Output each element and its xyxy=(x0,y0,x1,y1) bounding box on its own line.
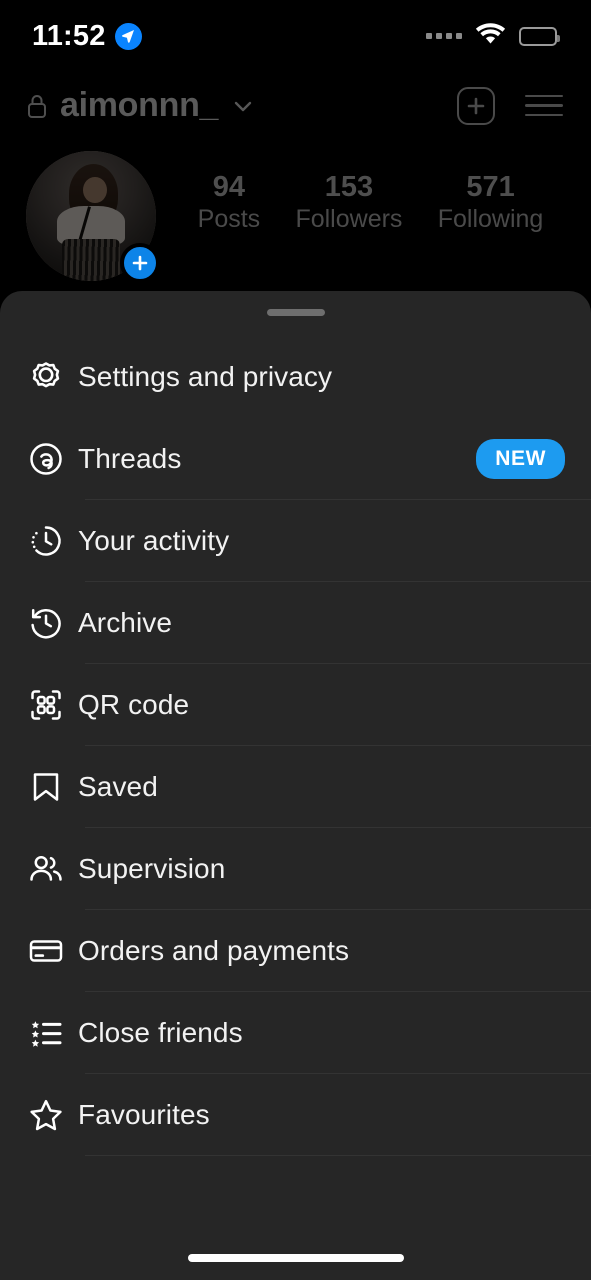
menu-item-label: QR code xyxy=(78,689,190,720)
profile-stats-row: 94 Posts 153 Followers 571 Following xyxy=(0,125,591,283)
stat-label: Followers xyxy=(295,205,403,234)
battery-icon xyxy=(519,26,560,46)
menu-item-label: Your activity xyxy=(78,525,230,556)
chevron-down-icon xyxy=(232,95,254,117)
hamburger-menu-icon[interactable] xyxy=(525,94,563,117)
stat-followers[interactable]: 153 Followers xyxy=(295,169,402,234)
menu-item-your-activity[interactable]: Your activity xyxy=(0,500,591,582)
bottom-sheet-menu: Settings and privacy Threads NEW Your ac… xyxy=(0,291,591,1280)
menu-item-label: Archive xyxy=(78,607,173,638)
status-badge: NEW xyxy=(476,439,565,479)
menu-item-qr-code[interactable]: QR code xyxy=(0,664,591,746)
profile-header-actions xyxy=(457,86,563,125)
activity-clock-icon xyxy=(26,521,78,561)
status-bar-left: 11:52 xyxy=(32,20,142,53)
status-bar: 11:52 xyxy=(0,0,591,72)
stats-group: 94 Posts 153 Followers 571 Following xyxy=(156,151,561,234)
status-bar-right xyxy=(426,22,560,50)
profile-header-row: aimonnn_ xyxy=(0,72,591,125)
menu-item-label: Favourites xyxy=(78,1099,210,1130)
account-switcher[interactable]: aimonnn_ xyxy=(26,86,254,125)
menu-item-label: Orders and payments xyxy=(78,935,350,966)
drag-handle[interactable] xyxy=(266,309,325,316)
username-label: aimonnn_ xyxy=(60,86,219,124)
menu-item-threads[interactable]: Threads NEW xyxy=(0,418,591,500)
gear-icon xyxy=(26,357,78,397)
stat-value: 571 xyxy=(466,171,515,203)
credit-card-icon xyxy=(26,931,78,971)
menu-item-saved[interactable]: Saved xyxy=(0,746,591,828)
stat-label: Following xyxy=(437,205,544,234)
stat-posts[interactable]: 94 Posts xyxy=(198,169,261,234)
menu-item-favourites[interactable]: Favourites xyxy=(0,1074,591,1156)
threads-icon xyxy=(26,439,78,479)
menu-item-label: Supervision xyxy=(78,853,226,884)
plus-icon[interactable] xyxy=(120,243,160,283)
profile-header: aimonnn_ 94 Posts 153 Followers 571 Foll… xyxy=(0,72,591,292)
menu-item-settings-and-privacy[interactable]: Settings and privacy xyxy=(0,336,591,418)
archive-clock-icon xyxy=(26,603,78,643)
plus-square-icon[interactable] xyxy=(457,86,495,125)
menu-list: Settings and privacy Threads NEW Your ac… xyxy=(0,336,591,1156)
menu-item-label: Close friends xyxy=(78,1017,243,1048)
menu-item-close-friends[interactable]: Close friends xyxy=(0,992,591,1074)
menu-item-label: Settings and privacy xyxy=(78,361,333,392)
stat-value: 94 xyxy=(212,171,246,203)
phone-screen: 11:52 aimonnn_ 94 Posts 153 Followers 57… xyxy=(0,0,591,1280)
home-indicator[interactable] xyxy=(187,1254,404,1262)
lock-icon xyxy=(26,93,48,119)
menu-item-label: Threads xyxy=(78,443,182,474)
wifi-icon xyxy=(475,22,506,50)
stat-following[interactable]: 571 Following xyxy=(438,169,544,234)
stat-label: Posts xyxy=(197,205,261,234)
stat-value: 153 xyxy=(324,171,374,203)
signal-dots-icon xyxy=(426,33,462,39)
avatar[interactable] xyxy=(26,151,160,283)
qr-code-icon xyxy=(26,685,78,725)
menu-item-archive[interactable]: Archive xyxy=(0,582,591,664)
bookmark-icon xyxy=(26,767,78,807)
menu-item-orders-and-payments[interactable]: Orders and payments xyxy=(0,910,591,992)
location-arrow-icon xyxy=(114,22,142,50)
star-icon xyxy=(26,1095,78,1135)
people-icon xyxy=(26,849,78,889)
status-time: 11:52 xyxy=(32,19,106,52)
menu-item-label: Saved xyxy=(78,771,158,802)
star-list-icon xyxy=(26,1013,78,1053)
menu-item-supervision[interactable]: Supervision xyxy=(0,828,591,910)
